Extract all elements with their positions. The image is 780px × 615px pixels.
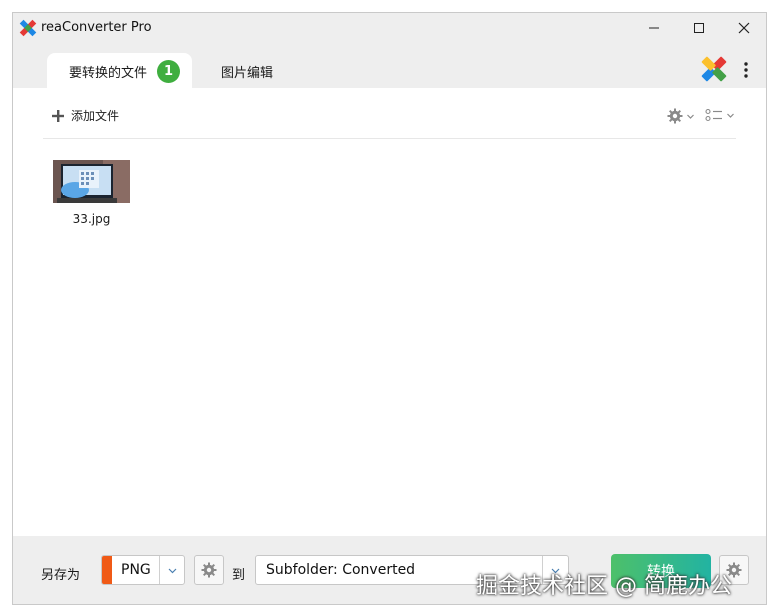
destination-label: 到 <box>232 568 246 583</box>
destination-value: Subfolder: Converted <box>266 562 416 578</box>
close-button[interactable] <box>722 13 766 43</box>
chevron-down-icon <box>168 568 177 573</box>
tab-bar: 要转换的文件 1 图片编辑 <box>13 51 766 89</box>
add-files-button[interactable]: 添加文件 <box>51 107 119 124</box>
maximize-icon <box>694 23 704 33</box>
tab-label: 图片编辑 <box>221 65 274 81</box>
brand-logo-icon[interactable] <box>699 54 729 84</box>
settings-dropdown[interactable] <box>667 108 695 124</box>
save-as-label: 另存为 <box>41 568 81 583</box>
view-mode-dropdown[interactable] <box>705 108 735 122</box>
gear-icon <box>667 108 683 124</box>
chevron-down-icon <box>727 113 734 118</box>
file-item[interactable]: 33.jpg <box>53 160 133 226</box>
maximize-button[interactable] <box>677 13 721 43</box>
file-toolbar: 添加文件 <box>43 88 736 139</box>
more-menu-button[interactable] <box>737 57 755 83</box>
chevron-down-icon <box>687 114 694 119</box>
output-format-select[interactable]: PNG <box>101 555 185 585</box>
tab-label: 要转换的文件 <box>69 65 148 81</box>
list-view-icon <box>705 108 722 122</box>
kebab-menu-icon <box>744 62 748 78</box>
image-thumbnail <box>53 160 130 203</box>
format-settings-button[interactable] <box>194 555 224 585</box>
minimize-button[interactable] <box>632 13 676 43</box>
tab-files-to-convert[interactable]: 要转换的文件 1 <box>47 53 193 89</box>
file-name: 33.jpg <box>72 212 111 226</box>
format-value: PNG <box>121 562 151 578</box>
format-dropdown-arrow[interactable] <box>159 556 184 584</box>
file-count-badge: 1 <box>157 59 181 83</box>
window-title: reaConverter Pro <box>41 20 152 35</box>
tab-image-editing[interactable]: 图片编辑 <box>209 53 285 89</box>
app-logo-icon <box>19 19 37 37</box>
format-color-swatch <box>102 556 112 584</box>
close-icon <box>738 22 750 34</box>
app-window: reaConverter Pro 要转换的文件 1 图片编辑 添加文件 33.j… <box>12 12 767 605</box>
add-files-label: 添加文件 <box>71 109 120 123</box>
watermark-text: 掘金技术社区 @ 简鹿办公 <box>476 574 732 599</box>
gear-icon <box>201 562 217 578</box>
title-bar: reaConverter Pro <box>13 13 766 43</box>
minimize-icon <box>649 27 659 29</box>
plus-icon <box>52 109 64 122</box>
file-list-panel: 添加文件 33.jpg <box>13 88 766 536</box>
